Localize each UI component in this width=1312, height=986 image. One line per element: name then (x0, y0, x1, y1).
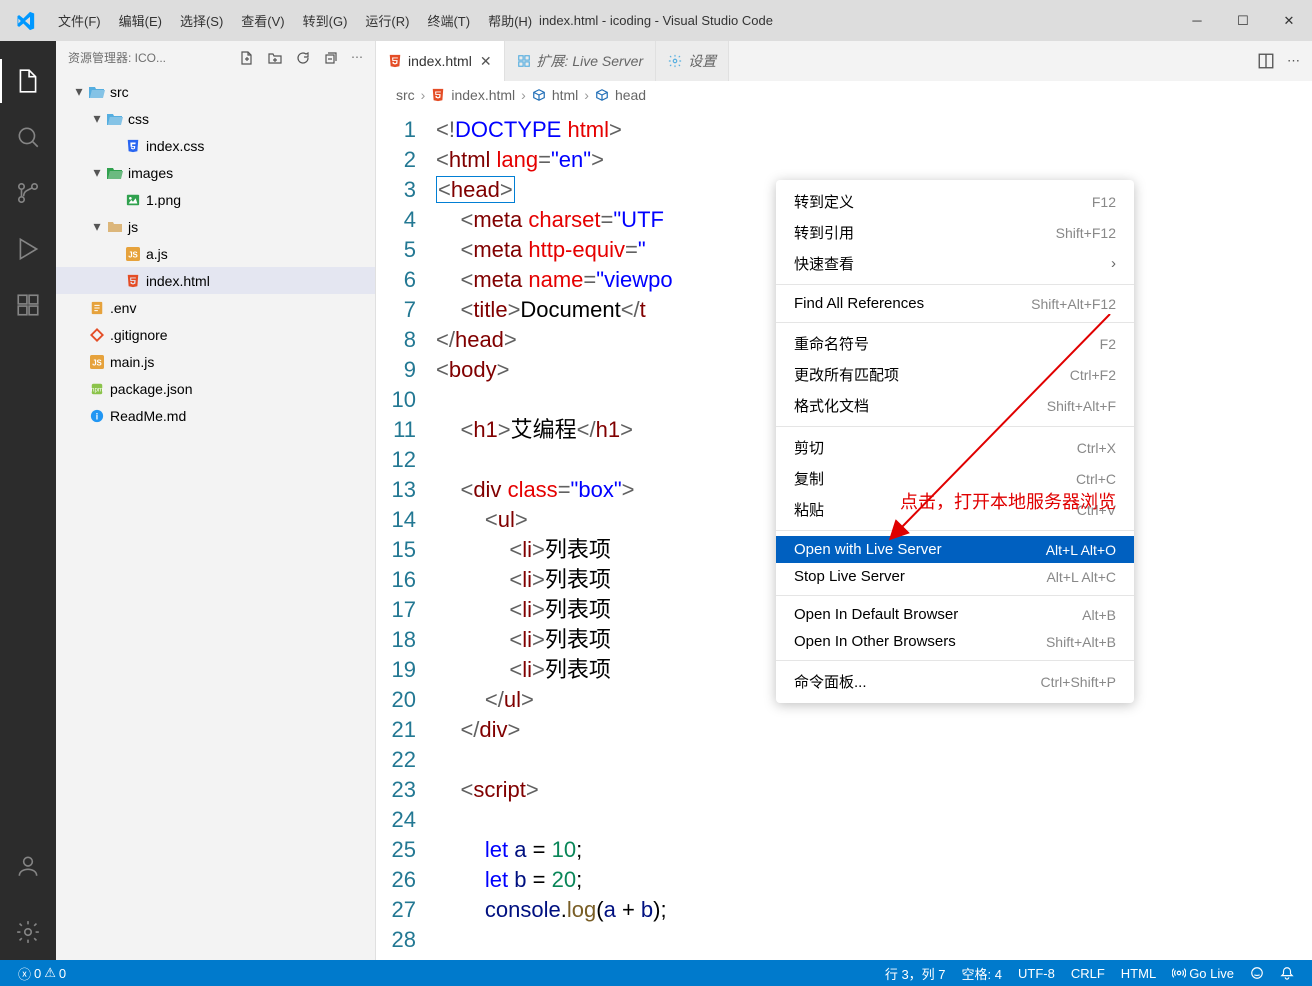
editor-tab[interactable]: index.html✕ (376, 41, 505, 81)
context-menu-item[interactable]: 重命名符号F2 (776, 328, 1134, 359)
context-menu-item[interactable]: 剪切Ctrl+X (776, 432, 1134, 463)
close-button[interactable]: ✕ (1266, 0, 1312, 41)
context-menu-item[interactable]: 快速查看› (776, 248, 1134, 279)
new-folder-icon[interactable] (267, 50, 283, 66)
context-menu-item[interactable]: Open In Other BrowsersShift+Alt+B (776, 628, 1134, 655)
breadcrumb[interactable]: src›index.html›html›head (376, 81, 1312, 109)
tree-node[interactable]: index.css (56, 132, 375, 159)
menu-item[interactable]: 运行(R) (356, 7, 418, 34)
settings-icon[interactable] (0, 904, 56, 960)
context-menu-item[interactable]: Open with Live ServerAlt+L Alt+O (776, 536, 1134, 563)
breadcrumb-item[interactable]: index.html (451, 87, 515, 103)
menu-item[interactable]: 选择(S) (171, 7, 232, 34)
tree-node[interactable]: index.html (56, 267, 375, 294)
svg-text:JS: JS (92, 358, 102, 367)
tree-node[interactable]: JSa.js (56, 240, 375, 267)
explorer-tab[interactable] (0, 53, 56, 109)
status-golive[interactable]: Go Live (1164, 964, 1242, 983)
annotation-text: 点击，打开本地服务器浏览 (900, 488, 1116, 514)
tree-node[interactable]: iReadMe.md (56, 402, 375, 429)
refresh-icon[interactable] (295, 50, 311, 66)
search-tab[interactable] (0, 109, 56, 165)
menu-item[interactable]: 转到(G) (294, 7, 357, 34)
explorer-title: 资源管理器: ICO... (68, 49, 166, 66)
debug-tab[interactable] (0, 221, 56, 277)
context-menu-item[interactable]: 格式化文档Shift+Alt+F (776, 390, 1134, 421)
context-menu-item[interactable]: Find All ReferencesShift+Alt+F12 (776, 290, 1134, 317)
editor-tab[interactable]: 扩展: Live Server (505, 41, 657, 81)
context-menu-item[interactable]: 转到引用Shift+F12 (776, 217, 1134, 248)
status-eol[interactable]: CRLF (1063, 964, 1113, 983)
context-menu-item[interactable]: Stop Live ServerAlt+L Alt+C (776, 563, 1134, 590)
status-encoding[interactable]: UTF-8 (1010, 964, 1063, 983)
scm-tab[interactable] (0, 165, 56, 221)
tree-node[interactable]: npmpackage.json (56, 375, 375, 402)
activitybar (0, 41, 56, 960)
minimize-button[interactable]: ─ (1174, 0, 1220, 41)
context-menu-item[interactable]: 转到定义F12 (776, 186, 1134, 217)
status-lang[interactable]: HTML (1113, 964, 1164, 983)
status-position[interactable]: 行 3，列 7 (877, 964, 954, 983)
status-bell-icon[interactable] (1272, 964, 1302, 983)
context-menu-item[interactable]: Open In Default BrowserAlt+B (776, 601, 1134, 628)
context-menu-item[interactable]: 更改所有匹配项Ctrl+F2 (776, 359, 1134, 390)
svg-text:npm: npm (91, 386, 103, 393)
split-editor-icon[interactable] (1257, 52, 1275, 70)
tree-node[interactable]: 1.png (56, 186, 375, 213)
context-menu-item[interactable]: 命令面板...Ctrl+Shift+P (776, 666, 1134, 697)
more-icon[interactable]: ⋯ (351, 50, 363, 66)
breadcrumb-item[interactable]: html (552, 87, 578, 103)
menu-item[interactable]: 文件(F) (49, 7, 110, 34)
svg-text:JS: JS (128, 250, 138, 259)
titlebar: 文件(F)编辑(E)选择(S)查看(V)转到(G)运行(R)终端(T)帮助(H)… (0, 0, 1312, 41)
window-controls: ─ ☐ ✕ (1174, 0, 1312, 41)
sidebar: 资源管理器: ICO... ⋯ ▾src▾cssindex.css▾images… (56, 41, 376, 960)
window-title: index.html - icoding - Visual Studio Cod… (539, 13, 773, 28)
tree-node[interactable]: JSmain.js (56, 348, 375, 375)
new-file-icon[interactable] (239, 50, 255, 66)
editor-tabs: index.html✕扩展: Live Server设置 ⋯ (376, 41, 1312, 81)
tree-node[interactable]: .gitignore (56, 321, 375, 348)
menu-item[interactable]: 帮助(H) (479, 7, 541, 34)
tree-node[interactable]: ▾src (56, 78, 375, 105)
context-menu: 转到定义F12转到引用Shift+F12快速查看› Find All Refere… (776, 180, 1134, 703)
extensions-tab[interactable] (0, 277, 56, 333)
vscode-logo-icon (12, 8, 37, 33)
statusbar: ⓧ 0 ⚠ 0 行 3，列 7 空格: 4 UTF-8 CRLF HTML Go… (0, 960, 1312, 986)
menubar: 文件(F)编辑(E)选择(S)查看(V)转到(G)运行(R)终端(T)帮助(H) (49, 7, 541, 34)
more-tabs-icon[interactable]: ⋯ (1287, 53, 1300, 69)
tree-node[interactable]: ▾css (56, 105, 375, 132)
breadcrumb-item[interactable]: head (615, 87, 646, 103)
svg-text:i: i (96, 411, 98, 421)
editor-tab[interactable]: 设置 (656, 41, 729, 81)
menu-item[interactable]: 编辑(E) (110, 7, 171, 34)
status-errors[interactable]: ⓧ 0 ⚠ 0 (10, 964, 74, 983)
breadcrumb-item[interactable]: src (396, 87, 415, 103)
menu-item[interactable]: 终端(T) (418, 7, 479, 34)
account-icon[interactable] (0, 838, 56, 894)
line-gutter: 1234567891011121314151617181920212223242… (376, 109, 436, 960)
file-tree: ▾src▾cssindex.css▾images1.png▾jsJSa.jsin… (56, 74, 375, 429)
tree-node[interactable]: ▾js (56, 213, 375, 240)
collapse-all-icon[interactable] (323, 50, 339, 66)
status-feedback-icon[interactable] (1242, 964, 1272, 983)
sidebar-header: 资源管理器: ICO... ⋯ (56, 41, 375, 74)
menu-item[interactable]: 查看(V) (232, 7, 293, 34)
status-spaces[interactable]: 空格: 4 (954, 964, 1010, 983)
tree-node[interactable]: ▾images (56, 159, 375, 186)
tree-node[interactable]: .env (56, 294, 375, 321)
maximize-button[interactable]: ☐ (1220, 0, 1266, 41)
